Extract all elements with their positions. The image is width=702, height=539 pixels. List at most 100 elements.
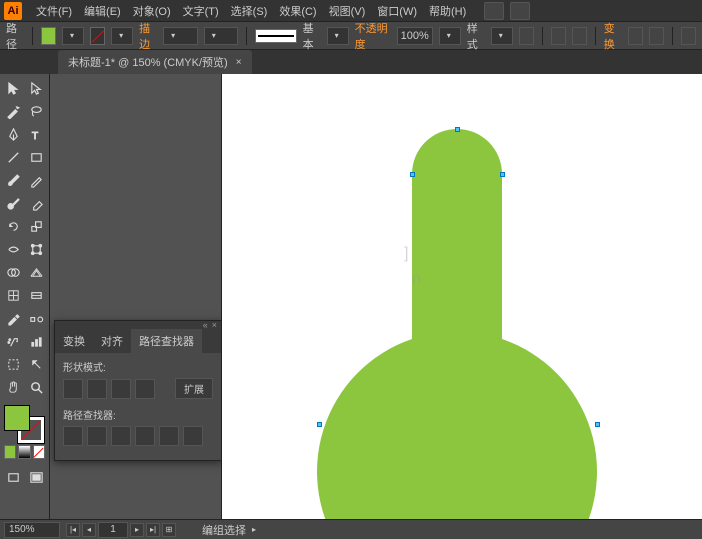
isolate-button[interactable] bbox=[628, 27, 643, 45]
divide-button[interactable] bbox=[63, 426, 83, 446]
last-artboard-button[interactable]: ▸| bbox=[146, 523, 160, 537]
mesh-tool[interactable] bbox=[2, 284, 24, 306]
outline-button[interactable] bbox=[159, 426, 179, 446]
paintbrush-tool[interactable] bbox=[2, 169, 24, 191]
symbol-sprayer-tool[interactable] bbox=[2, 330, 24, 352]
stroke-profile-dropdown[interactable] bbox=[204, 27, 239, 45]
extra-button[interactable] bbox=[681, 27, 696, 45]
first-artboard-button[interactable]: |◂ bbox=[66, 523, 80, 537]
menu-file[interactable]: 文件(F) bbox=[30, 1, 78, 21]
color-mode-none[interactable] bbox=[33, 445, 45, 459]
document-tab[interactable]: 未标题-1* @ 150% (CMYK/预览) × bbox=[58, 50, 252, 74]
screen-mode-toggle[interactable] bbox=[25, 466, 47, 488]
blob-brush-tool[interactable] bbox=[2, 192, 24, 214]
prev-artboard-button[interactable]: ◂ bbox=[82, 523, 96, 537]
scale-tool[interactable] bbox=[25, 215, 47, 237]
eyedropper-tool[interactable] bbox=[2, 307, 24, 329]
arrange-icon[interactable] bbox=[510, 2, 530, 20]
direct-selection-tool[interactable] bbox=[25, 77, 47, 99]
menu-effect[interactable]: 效果(C) bbox=[273, 1, 322, 21]
canvas[interactable]: ] n bbox=[222, 74, 702, 519]
pencil-tool[interactable] bbox=[25, 169, 47, 191]
minus-back-button[interactable] bbox=[183, 426, 203, 446]
panel-column: «× 变换 对齐 路径查找器 形状模式: 扩展 路径查找器: bbox=[50, 74, 222, 519]
recolor-button[interactable] bbox=[519, 27, 534, 45]
stroke-swatch[interactable] bbox=[90, 27, 105, 45]
free-transform-tool[interactable] bbox=[25, 238, 47, 260]
type-tool[interactable]: T bbox=[25, 123, 47, 145]
stroke-weight-dropdown[interactable] bbox=[163, 27, 198, 45]
opacity-input[interactable] bbox=[397, 27, 433, 45]
width-tool[interactable] bbox=[2, 238, 24, 260]
unite-button[interactable] bbox=[63, 379, 83, 399]
opacity-label[interactable]: 不透明度 bbox=[355, 20, 391, 52]
selection-tool[interactable] bbox=[2, 77, 24, 99]
panel-close-icon[interactable]: × bbox=[212, 320, 217, 330]
align-button[interactable] bbox=[551, 27, 566, 45]
close-icon[interactable]: × bbox=[236, 57, 242, 68]
color-mode-solid[interactable] bbox=[4, 445, 16, 459]
menu-edit[interactable]: 编辑(E) bbox=[78, 1, 127, 21]
tab-align[interactable]: 对齐 bbox=[93, 329, 131, 353]
menu-help[interactable]: 帮助(H) bbox=[423, 1, 472, 21]
status-dropdown-icon[interactable]: ▸ bbox=[252, 525, 256, 534]
menu-object[interactable]: 对象(O) bbox=[127, 1, 177, 21]
lasso-tool[interactable] bbox=[25, 100, 47, 122]
artboard-number-input[interactable] bbox=[98, 522, 128, 538]
hand-tool[interactable] bbox=[2, 376, 24, 398]
brush-preview[interactable] bbox=[255, 29, 296, 43]
artboard-tool[interactable] bbox=[2, 353, 24, 375]
transform-label[interactable]: 变换 bbox=[604, 20, 622, 52]
tab-pathfinder[interactable]: 路径查找器 bbox=[131, 329, 202, 353]
merge-button[interactable] bbox=[111, 426, 131, 446]
edit-button[interactable] bbox=[649, 27, 664, 45]
menu-type[interactable]: 文字(T) bbox=[177, 1, 225, 21]
artboard-nav-button[interactable]: ⊞ bbox=[162, 523, 176, 537]
panel-handle[interactable]: «× bbox=[55, 321, 221, 329]
rotate-tool[interactable] bbox=[2, 215, 24, 237]
crop-button[interactable] bbox=[135, 426, 155, 446]
menu-select[interactable]: 选择(S) bbox=[225, 1, 274, 21]
style-dropdown[interactable] bbox=[491, 27, 513, 45]
blend-tool[interactable] bbox=[25, 307, 47, 329]
anchor-point[interactable] bbox=[595, 422, 600, 427]
pen-tool[interactable] bbox=[2, 123, 24, 145]
zoom-tool[interactable] bbox=[25, 376, 47, 398]
anchor-point[interactable] bbox=[410, 172, 415, 177]
stroke-label[interactable]: 描边 bbox=[139, 20, 157, 52]
artwork-shape[interactable] bbox=[302, 129, 612, 519]
brush-dropdown[interactable] bbox=[327, 27, 349, 45]
eraser-tool[interactable] bbox=[25, 192, 47, 214]
trim-button[interactable] bbox=[87, 426, 107, 446]
anchor-point[interactable] bbox=[317, 422, 322, 427]
fill-dropdown[interactable] bbox=[62, 27, 84, 45]
magic-wand-tool[interactable] bbox=[2, 100, 24, 122]
rectangle-tool[interactable] bbox=[25, 146, 47, 168]
perspective-grid-tool[interactable] bbox=[25, 261, 47, 283]
fill-swatch[interactable] bbox=[41, 27, 56, 45]
shape-button[interactable] bbox=[572, 27, 587, 45]
layout-icon[interactable] bbox=[484, 2, 504, 20]
anchor-point[interactable] bbox=[455, 127, 460, 132]
zoom-select[interactable] bbox=[4, 522, 60, 538]
slice-tool[interactable] bbox=[25, 353, 47, 375]
gradient-tool[interactable] bbox=[25, 284, 47, 306]
column-graph-tool[interactable] bbox=[25, 330, 47, 352]
opacity-dropdown[interactable] bbox=[439, 27, 461, 45]
menu-window[interactable]: 窗口(W) bbox=[371, 1, 423, 21]
color-mode-gradient[interactable] bbox=[18, 445, 30, 459]
screen-mode-normal[interactable] bbox=[2, 466, 24, 488]
expand-button[interactable]: 扩展 bbox=[175, 378, 213, 399]
tab-transform[interactable]: 变换 bbox=[55, 329, 93, 353]
fill-color[interactable] bbox=[4, 405, 30, 431]
shape-builder-tool[interactable] bbox=[2, 261, 24, 283]
exclude-button[interactable] bbox=[135, 379, 155, 399]
next-artboard-button[interactable]: ▸ bbox=[130, 523, 144, 537]
menu-view[interactable]: 视图(V) bbox=[323, 1, 372, 21]
intersect-button[interactable] bbox=[111, 379, 131, 399]
panel-collapse-icon[interactable]: « bbox=[203, 320, 208, 330]
anchor-point[interactable] bbox=[500, 172, 505, 177]
minus-front-button[interactable] bbox=[87, 379, 107, 399]
stroke-dropdown[interactable] bbox=[111, 27, 133, 45]
line-tool[interactable] bbox=[2, 146, 24, 168]
